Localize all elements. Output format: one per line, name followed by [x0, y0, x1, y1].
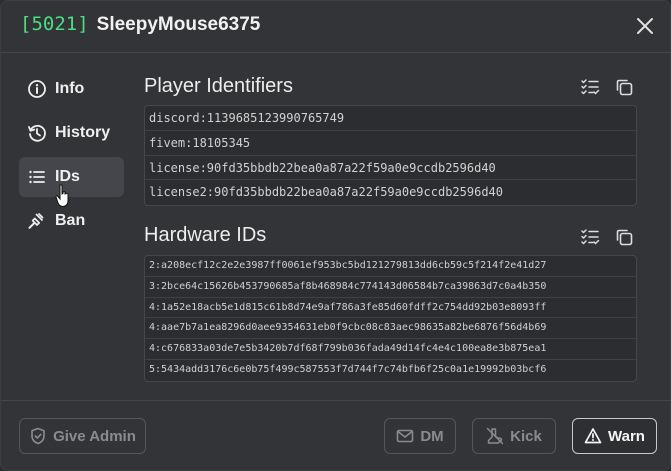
copy-icon[interactable] [614, 77, 634, 97]
shield-check-icon [29, 427, 47, 445]
modal-header: [5021] SleepyMouse6375 [1, 1, 670, 53]
mail-icon [396, 427, 414, 445]
dm-button[interactable]: DM [384, 418, 456, 454]
sidebar-item-ban[interactable]: Ban [19, 201, 124, 241]
sidebar-item-label: IDs [55, 168, 80, 185]
player-identifiers-list: discord:1139685123990765749 fivem:181053… [144, 105, 637, 206]
identifier-row[interactable]: discord:1139685123990765749 [145, 106, 636, 131]
identifier-row[interactable]: fivem:18105345 [145, 131, 636, 156]
sidebar: Info History IDs Ban [19, 69, 125, 245]
hwid-row[interactable]: 5:5434add3176c6e0b75f499c587553f7d744f7c… [145, 360, 636, 381]
player-modal: [5021] SleepyMouse6375 Info History IDs [0, 0, 671, 471]
identifier-row[interactable]: license2:90fd35bbdb22bea0a87a22f59a0e9cc… [145, 180, 636, 205]
warn-label: Warn [608, 427, 645, 445]
close-icon [637, 18, 653, 34]
player-identifiers-actions [580, 77, 634, 97]
hwid-row[interactable]: 4:c676833a03de7e5b3420b7df68f799b036fada… [145, 339, 636, 360]
hwid-row[interactable]: 4:aae7b7a1ea8296d0aee9354631eb0f9cbc08c8… [145, 318, 636, 340]
dm-label: DM [420, 427, 444, 445]
player-server-id: [5021] [20, 13, 89, 35]
copy-icon[interactable] [614, 227, 634, 247]
kick-label: Kick [510, 427, 542, 445]
sidebar-item-label: Info [55, 80, 85, 97]
hwid-row[interactable]: 3:2bce64c15626b453790685af8b468984c77414… [145, 277, 636, 298]
modal-title: [5021] SleepyMouse6375 [20, 13, 260, 36]
warning-triangle-icon [584, 427, 602, 445]
hardware-ids-actions [580, 227, 634, 247]
gavel-icon [27, 211, 47, 231]
kick-button[interactable]: Kick [472, 418, 556, 454]
give-admin-button[interactable]: Give Admin [19, 418, 146, 454]
info-circle-icon [27, 79, 47, 99]
checklist-icon[interactable] [580, 227, 600, 247]
sidebar-item-label: History [55, 124, 111, 141]
hardware-ids-list: 2:a208ecf12c2e2e3987ff0061ef953bc5bd1212… [144, 255, 637, 382]
sidebar-item-label: Ban [55, 212, 86, 229]
sidebar-item-info[interactable]: Info [19, 69, 124, 109]
modal-footer: Give Admin DM Kick Warn [1, 400, 670, 470]
list-icon [27, 167, 47, 187]
checklist-icon[interactable] [580, 77, 600, 97]
identifier-row[interactable]: license:90fd35bbdb22bea0a87a22f59a0e9ccd… [145, 156, 636, 181]
hardware-ids-title: Hardware IDs [144, 224, 267, 246]
give-admin-label: Give Admin [53, 427, 136, 445]
close-button[interactable] [634, 15, 656, 37]
warn-button[interactable]: Warn [572, 418, 657, 454]
player-name: SleepyMouse6375 [96, 14, 261, 35]
sidebar-item-history[interactable]: History [19, 113, 124, 153]
history-clock-icon [27, 123, 47, 143]
kick-boot-icon [486, 427, 504, 445]
sidebar-item-ids[interactable]: IDs [19, 157, 124, 197]
player-identifiers-title: Player Identifiers [144, 75, 293, 97]
hwid-row[interactable]: 2:a208ecf12c2e2e3987ff0061ef953bc5bd1212… [145, 256, 636, 277]
hwid-row[interactable]: 4:1a52e18acb5e1d815c61b8d74e9af786a3fe85… [145, 298, 636, 319]
